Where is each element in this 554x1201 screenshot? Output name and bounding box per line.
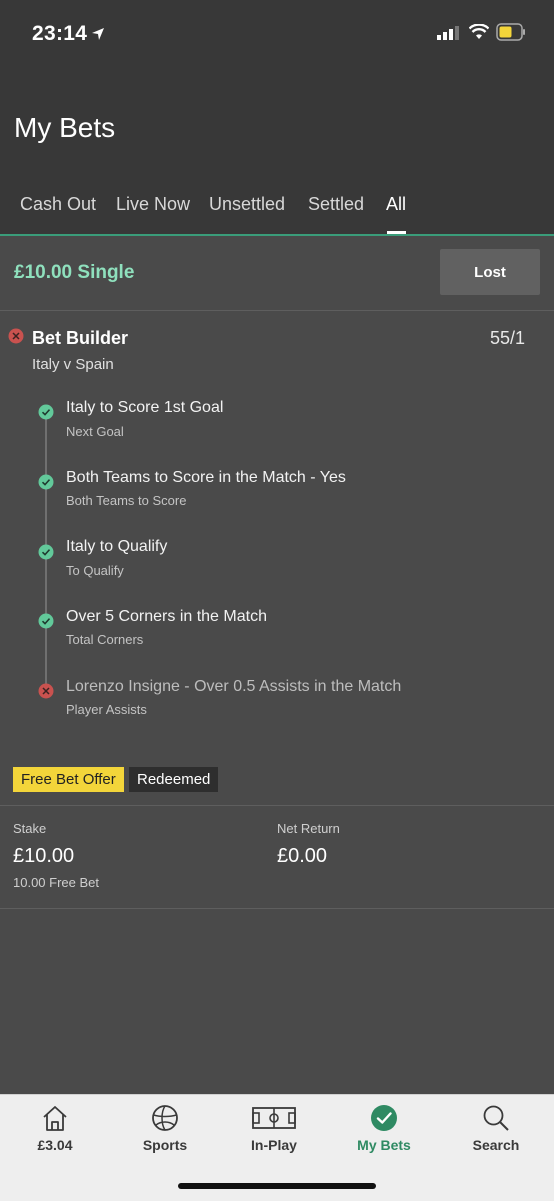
nav-sports[interactable]: Sports bbox=[110, 1095, 220, 1153]
page-title: My Bets bbox=[14, 112, 116, 143]
tab-cash-out[interactable]: Cash Out bbox=[20, 194, 96, 215]
nav-search[interactable]: Search bbox=[441, 1095, 551, 1153]
free-bet-note: 10.00 Free Bet bbox=[13, 875, 99, 890]
selection-name: Italy to Qualify bbox=[66, 538, 168, 555]
selection-market: Player Assists bbox=[66, 702, 147, 717]
bet-odds: 55/1 bbox=[490, 328, 526, 348]
tab-settled[interactable]: Settled bbox=[308, 194, 364, 215]
nav-label: In-Play bbox=[251, 1137, 297, 1153]
location-arrow-icon bbox=[92, 28, 105, 41]
selection-market: Next Goal bbox=[66, 424, 124, 439]
won-check-icon bbox=[38, 404, 54, 420]
nav-my-bets[interactable]: My Bets bbox=[329, 1095, 439, 1153]
lost-x-icon bbox=[38, 683, 54, 699]
bet-header[interactable]: £10.00 Single Lost bbox=[0, 236, 554, 311]
selection-name: Italy to Score 1st Goal bbox=[66, 399, 224, 416]
selection-name: Both Teams to Score in the Match - Yes bbox=[66, 469, 346, 486]
net-return-value: £0.00 bbox=[277, 845, 328, 867]
tab-live-now[interactable]: Live Now bbox=[116, 194, 190, 215]
selection-market: Both Teams to Score bbox=[66, 493, 187, 508]
tab-all[interactable]: All bbox=[386, 194, 406, 215]
section-divider bbox=[0, 908, 554, 909]
stake-label: Stake bbox=[13, 821, 47, 836]
nav-label: Sports bbox=[142, 1137, 188, 1153]
won-check-icon bbox=[38, 613, 54, 629]
wifi-icon bbox=[469, 24, 489, 39]
tab-unsettled[interactable]: Unsettled bbox=[209, 194, 285, 215]
signal-icon bbox=[437, 26, 459, 40]
won-check-icon bbox=[38, 474, 54, 490]
selection-market: To Qualify bbox=[66, 563, 124, 578]
status-time: 23:14 bbox=[32, 22, 105, 46]
lost-x-icon bbox=[8, 328, 24, 344]
nav-label: £3.04 bbox=[37, 1137, 73, 1153]
home-icon bbox=[43, 1106, 67, 1131]
lost-status-button[interactable]: Lost bbox=[440, 249, 540, 295]
tab-bar: Cash Out Live Now Unsettled Settled All bbox=[0, 194, 554, 234]
football-icon bbox=[152, 1105, 178, 1131]
selection-name: Over 5 Corners in the Match bbox=[66, 608, 267, 625]
selection-name: Lorenzo Insigne - Over 0.5 Assists in th… bbox=[66, 678, 402, 695]
nav-in-play[interactable]: In-Play bbox=[219, 1095, 329, 1153]
nav-label: Search bbox=[472, 1137, 520, 1153]
battery-icon bbox=[496, 23, 525, 41]
check-circle-icon bbox=[371, 1105, 397, 1131]
net-return-label: Net Return bbox=[277, 821, 340, 836]
nav-label: My Bets bbox=[357, 1137, 411, 1153]
stake-value: £10.00 bbox=[13, 845, 75, 867]
won-check-icon bbox=[38, 544, 54, 560]
bet-builder-title: Bet Builder bbox=[32, 328, 129, 348]
search-icon bbox=[483, 1105, 509, 1131]
bet-title: £10.00 Single bbox=[14, 262, 135, 283]
redeemed-badge: Redeemed bbox=[129, 767, 219, 792]
match-name: Italy v Spain bbox=[32, 356, 114, 373]
home-indicator bbox=[178, 1183, 376, 1189]
free-bet-offer-badge: Free Bet Offer bbox=[13, 767, 124, 792]
pitch-icon bbox=[252, 1107, 296, 1129]
app-header: 23:14 My Bets Cash Out Live Now Unsettle… bbox=[0, 0, 554, 234]
selection-market: Total Corners bbox=[66, 632, 144, 647]
nav-home[interactable]: £3.04 bbox=[0, 1095, 110, 1153]
section-divider bbox=[0, 805, 554, 806]
